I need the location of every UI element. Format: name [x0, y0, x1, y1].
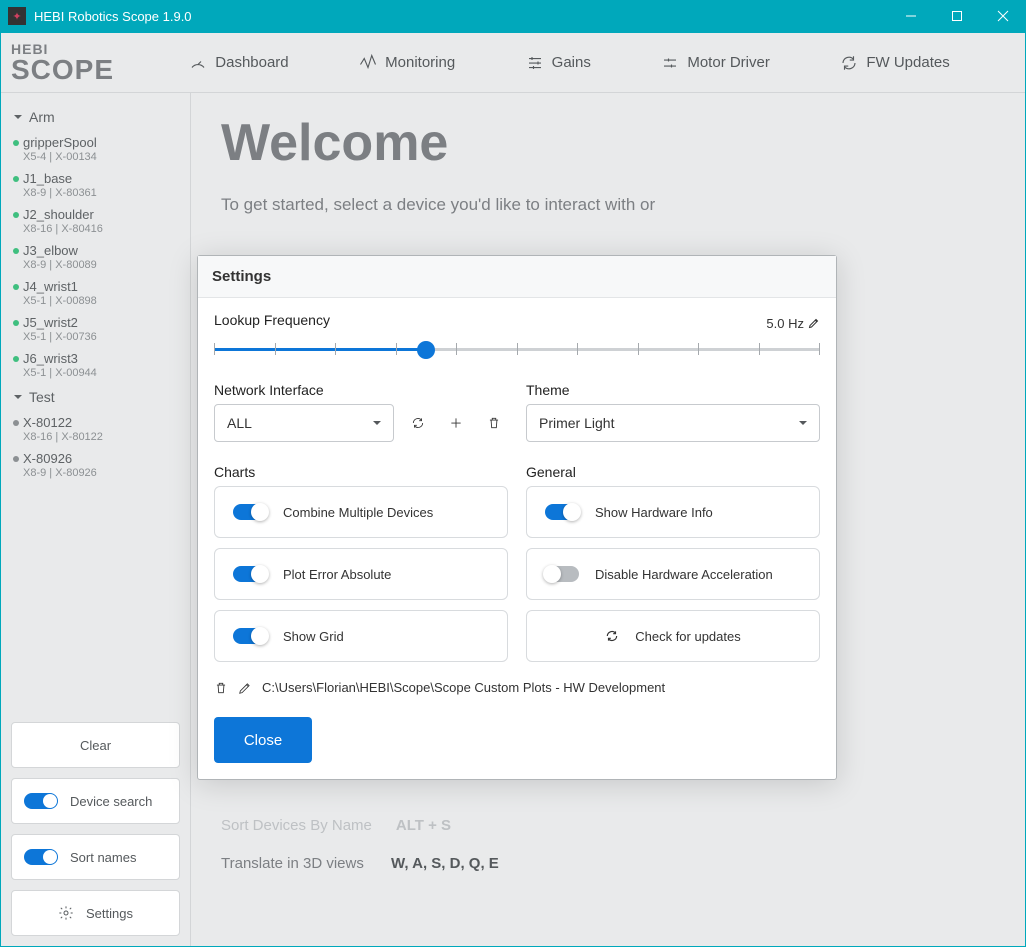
clear-label: Clear	[80, 738, 111, 753]
toggle-combine-devices[interactable]: Combine Multiple Devices	[214, 486, 508, 538]
toggle-switch[interactable]	[233, 566, 267, 582]
theme-label: Theme	[526, 382, 820, 398]
shortcut-key: W, A, S, D, Q, E	[391, 855, 499, 872]
nav-label: Motor Driver	[687, 54, 770, 71]
brand: HEBI SCOPE	[11, 42, 114, 84]
device-search-label: Device search	[70, 794, 152, 809]
shortcut-label: Sort Devices By Name	[221, 817, 372, 834]
window-titlebar: ✦ HEBI Robotics Scope 1.9.0	[0, 0, 1026, 32]
monitoring-icon	[359, 54, 377, 72]
plots-path: C:\Users\Florian\HEBI\Scope\Scope Custom…	[262, 680, 665, 695]
trash-icon[interactable]	[214, 681, 228, 695]
device-item[interactable]: X-80926X8-9 | X-80926	[1, 447, 190, 483]
nav-label: Gains	[552, 54, 591, 71]
network-interface-value: ALL	[227, 415, 252, 431]
refresh-icon	[605, 629, 619, 643]
device-item[interactable]: J5_wrist2X5-1 | X-00736	[1, 311, 190, 347]
settings-button[interactable]: Settings	[11, 890, 180, 936]
toggle-label: Show Grid	[283, 629, 344, 644]
slider-thumb[interactable]	[417, 341, 435, 359]
brand-big: SCOPE	[11, 56, 114, 84]
edit-icon[interactable]	[238, 681, 252, 695]
nav-label: FW Updates	[866, 54, 949, 71]
toggle-show-grid[interactable]: Show Grid	[214, 610, 508, 662]
close-label: Close	[244, 732, 282, 749]
nav-label: Monitoring	[385, 54, 455, 71]
sort-names-toggle[interactable]: Sort names	[11, 834, 180, 880]
lookup-frequency-slider[interactable]	[214, 336, 820, 364]
window-title: HEBI Robotics Scope 1.9.0	[34, 9, 192, 24]
sidebar: ArmgripperSpoolX5-4 | X-00134J1_baseX8-9…	[1, 93, 191, 946]
theme-value: Primer Light	[539, 415, 614, 431]
nav-label: Dashboard	[215, 54, 288, 71]
device-item[interactable]: J2_shoulderX8-16 | X-80416	[1, 203, 190, 239]
device-item[interactable]: J6_wrist3X5-1 | X-00944	[1, 347, 190, 383]
device-item[interactable]: X-80122X8-16 | X-80122	[1, 411, 190, 447]
close-button[interactable]: Close	[214, 717, 312, 763]
toggle-show-hw-info[interactable]: Show Hardware Info	[526, 486, 820, 538]
charts-section-label: Charts	[214, 464, 508, 480]
check-updates-label: Check for updates	[635, 629, 741, 644]
toggle-icon	[24, 793, 58, 809]
theme-select[interactable]: Primer Light	[526, 404, 820, 442]
chevron-down-icon	[371, 417, 383, 429]
top-nav: HEBI SCOPE Dashboard Monitoring Gains Mo…	[1, 33, 1025, 93]
general-section-label: General	[526, 464, 820, 480]
settings-label: Settings	[86, 906, 133, 921]
welcome-title: Welcome	[221, 113, 995, 173]
group-header[interactable]: Test	[1, 383, 190, 411]
window-minimize-button[interactable]	[888, 0, 934, 32]
toggle-switch[interactable]	[545, 504, 579, 520]
toggle-switch[interactable]	[545, 566, 579, 582]
nav-fw-updates[interactable]: FW Updates	[840, 54, 949, 72]
refresh-icon	[840, 54, 858, 72]
device-item[interactable]: J1_baseX8-9 | X-80361	[1, 167, 190, 203]
shortcut-row: Translate in 3D views W, A, S, D, Q, E	[221, 855, 499, 872]
device-item[interactable]: J3_elbowX8-9 | X-80089	[1, 239, 190, 275]
sort-names-label: Sort names	[70, 850, 136, 865]
network-interface-label: Network Interface	[214, 382, 508, 398]
network-add-button[interactable]	[442, 409, 470, 437]
shortcut-label: Translate in 3D views	[221, 855, 371, 872]
gains-icon	[526, 54, 544, 72]
edit-icon[interactable]	[808, 317, 820, 329]
nav-dashboard[interactable]: Dashboard	[189, 54, 288, 72]
window-maximize-button[interactable]	[934, 0, 980, 32]
chevron-down-icon	[797, 417, 809, 429]
network-refresh-button[interactable]	[404, 409, 432, 437]
toggle-switch[interactable]	[233, 504, 267, 520]
nav-monitoring[interactable]: Monitoring	[359, 54, 455, 72]
device-search-toggle[interactable]: Device search	[11, 778, 180, 824]
toggle-label: Plot Error Absolute	[283, 567, 391, 582]
device-item[interactable]: J4_wrist1X5-1 | X-00898	[1, 275, 190, 311]
toggle-plot-error[interactable]: Plot Error Absolute	[214, 548, 508, 600]
check-updates-button[interactable]: Check for updates	[526, 610, 820, 662]
group-header[interactable]: Arm	[1, 103, 190, 131]
network-interface-select[interactable]: ALL	[214, 404, 394, 442]
shortcut-row-faded: Sort Devices By Name ALT + S	[221, 817, 451, 834]
lookup-frequency-label: Lookup Frequency	[214, 312, 330, 328]
motor-driver-icon	[661, 54, 679, 72]
nav-gains[interactable]: Gains	[526, 54, 591, 72]
settings-modal-header: Settings	[198, 256, 836, 298]
toggle-label: Combine Multiple Devices	[283, 505, 433, 520]
settings-modal: Settings Lookup Frequency 5.0 Hz Network…	[197, 255, 837, 780]
toggle-label: Disable Hardware Acceleration	[595, 567, 773, 582]
dashboard-icon	[189, 54, 207, 72]
toggle-icon	[24, 849, 58, 865]
gear-icon	[58, 905, 74, 921]
network-delete-button[interactable]	[480, 409, 508, 437]
shortcut-key: ALT + S	[396, 817, 451, 834]
toggle-label: Show Hardware Info	[595, 505, 713, 520]
clear-button[interactable]: Clear	[11, 722, 180, 768]
lookup-frequency-value: 5.0 Hz	[766, 316, 804, 331]
device-item[interactable]: gripperSpoolX5-4 | X-00134	[1, 131, 190, 167]
toggle-switch[interactable]	[233, 628, 267, 644]
toggle-disable-hw-accel[interactable]: Disable Hardware Acceleration	[526, 548, 820, 600]
welcome-subtitle: To get started, select a device you'd li…	[221, 195, 995, 215]
window-close-button[interactable]	[980, 0, 1026, 32]
nav-motor-driver[interactable]: Motor Driver	[661, 54, 770, 72]
app-icon: ✦	[8, 7, 26, 25]
